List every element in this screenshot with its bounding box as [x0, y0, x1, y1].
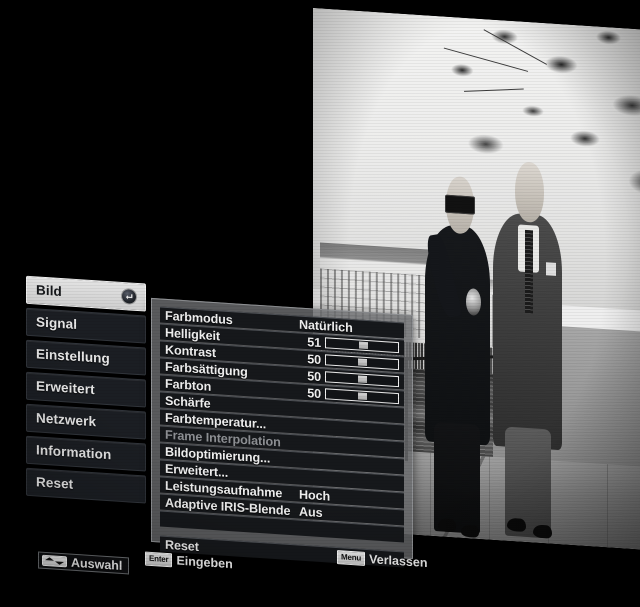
setting-label: Schärfe — [165, 393, 211, 411]
slider-thumb[interactable] — [358, 375, 368, 384]
sidebar-item-label: Reset — [36, 474, 74, 492]
row-spacer — [220, 336, 299, 341]
row-spacer — [290, 511, 299, 512]
setting-number: 51 — [307, 334, 321, 350]
hint-exit: Menu Verlassen — [334, 548, 433, 572]
setting-label: Helligkeit — [165, 325, 220, 343]
sidebar-item-bild[interactable]: Bild — [26, 275, 146, 312]
row-spacer — [211, 386, 299, 392]
row-spacer — [216, 353, 299, 358]
menu-key-cap: Menu — [337, 549, 366, 566]
setting-slider[interactable] — [325, 337, 399, 354]
sidebar-item-einstellung[interactable]: Einstellung — [26, 339, 146, 376]
updown-arrows-icon — [42, 554, 67, 568]
osd-settings-panel: Farbmodus Natürlich Helligkeit 51 Kontra… — [151, 297, 413, 568]
sidebar-item-label: Bild — [36, 282, 62, 300]
osd-sidebar: Bild Signal Einstellung Erweitert Netzwe… — [26, 275, 146, 508]
sidebar-item-label: Erweitert — [36, 378, 95, 398]
sidebar-item-label: Signal — [36, 314, 78, 333]
slider-thumb[interactable] — [358, 358, 368, 367]
osd-overlay: Bild Signal Einstellung Erweitert Netzwe… — [0, 0, 640, 607]
hint-select: Auswahl — [38, 551, 130, 575]
setting-slider[interactable] — [325, 388, 399, 405]
sidebar-item-label: Information — [36, 442, 112, 463]
setting-label: Farbton — [165, 376, 212, 394]
setting-number: 50 — [307, 351, 321, 367]
enter-key-cap: Enter — [145, 550, 173, 567]
hint-enter-label: Eingeben — [176, 553, 233, 571]
sidebar-item-label: Netzwerk — [36, 410, 97, 430]
setting-number: 50 — [307, 385, 321, 401]
projection-screen: Bild Signal Einstellung Erweitert Netzwe… — [0, 0, 640, 607]
setting-slider[interactable] — [325, 371, 399, 388]
setting-number: 50 — [307, 368, 321, 384]
row-spacer — [233, 320, 299, 324]
sidebar-item-information[interactable]: Information — [26, 435, 146, 472]
slider-thumb[interactable] — [358, 392, 368, 401]
hint-select-label: Auswahl — [71, 555, 123, 573]
slider-thumb[interactable] — [359, 341, 369, 350]
sidebar-item-label: Einstellung — [36, 346, 110, 367]
hint-exit-label: Verlassen — [369, 551, 428, 570]
settings-row-list: Farbmodus Natürlich Helligkeit 51 Kontra… — [160, 306, 404, 568]
row-spacer — [282, 493, 299, 494]
setting-slider[interactable] — [325, 354, 399, 371]
sidebar-item-signal[interactable]: Signal — [26, 307, 146, 344]
setting-label: Kontrast — [165, 342, 216, 360]
enter-circle-icon — [122, 288, 136, 304]
sidebar-item-netzwerk[interactable]: Netzwerk — [26, 403, 146, 440]
sidebar-item-erweitert[interactable]: Erweitert — [26, 371, 146, 408]
row-spacer — [248, 372, 299, 375]
sidebar-item-reset[interactable]: Reset — [26, 467, 146, 504]
